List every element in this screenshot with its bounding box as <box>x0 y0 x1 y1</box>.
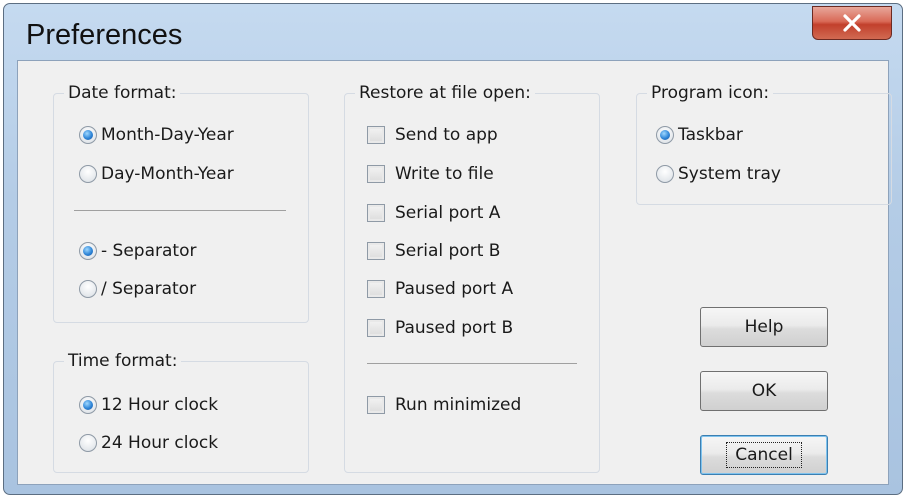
restore-divider <box>367 363 577 364</box>
checkbox-icon <box>367 319 385 337</box>
program-icon-label: Program icon: <box>647 82 774 104</box>
radio-selected-icon <box>79 396 97 414</box>
radio-day-month-year[interactable]: Day-Month-Year <box>79 161 234 187</box>
radio-label: Month-Day-Year <box>101 125 234 145</box>
checkbox-icon <box>367 280 385 298</box>
checkbox-icon <box>367 242 385 260</box>
radio-taskbar[interactable]: Taskbar <box>656 122 743 148</box>
radio-selected-icon <box>79 126 97 144</box>
ok-button-label: OK <box>751 381 777 401</box>
checkbox-paused-port-b[interactable]: Paused port B <box>367 315 513 341</box>
time-format-label: Time format: <box>64 350 182 372</box>
radio-12-hour[interactable]: 12 Hour clock <box>79 392 218 418</box>
checkbox-label: Paused port B <box>395 318 514 338</box>
checkbox-label: Send to app <box>395 125 498 145</box>
checkbox-serial-port-a[interactable]: Serial port A <box>367 200 500 226</box>
ok-button[interactable]: OK <box>700 371 828 411</box>
help-button-label: Help <box>744 317 784 337</box>
checkbox-icon <box>367 204 385 222</box>
radio-label: - Separator <box>101 241 197 261</box>
radio-system-tray[interactable]: System tray <box>656 161 781 187</box>
program-icon-group: Program icon: <box>636 82 892 205</box>
checkbox-icon <box>367 126 385 144</box>
checkbox-icon <box>367 396 385 414</box>
close-button[interactable] <box>812 6 892 40</box>
radio-label: 24 Hour clock <box>101 433 219 453</box>
radio-slash-separator[interactable]: / Separator <box>79 276 196 302</box>
restore-label: Restore at file open: <box>355 82 535 104</box>
radio-unselected-icon <box>656 165 674 183</box>
help-button[interactable]: Help <box>700 307 828 347</box>
checkbox-send-to-app[interactable]: Send to app <box>367 122 498 148</box>
dialog-client-area: Date format: Month-Day-Year Day-Month-Ye… <box>17 60 892 485</box>
checkbox-label: Serial port B <box>395 241 501 261</box>
checkbox-icon <box>367 165 385 183</box>
date-format-divider <box>74 210 286 211</box>
checkbox-paused-port-a[interactable]: Paused port A <box>367 276 513 302</box>
radio-label: Taskbar <box>678 125 743 145</box>
radio-unselected-icon <box>79 434 97 452</box>
cancel-button-label: Cancel <box>726 442 802 468</box>
radio-label: / Separator <box>101 279 197 299</box>
checkbox-label: Serial port A <box>395 203 501 223</box>
checkbox-serial-port-b[interactable]: Serial port B <box>367 238 500 264</box>
close-icon <box>843 14 861 32</box>
checkbox-write-to-file[interactable]: Write to file <box>367 161 494 187</box>
checkbox-run-minimized[interactable]: Run minimized <box>367 392 521 418</box>
date-format-label: Date format: <box>64 82 181 104</box>
radio-label: System tray <box>678 164 781 184</box>
title-bar[interactable]: Preferences <box>4 4 902 62</box>
checkbox-label: Write to file <box>395 164 494 184</box>
radio-unselected-icon <box>79 280 97 298</box>
radio-label: Day-Month-Year <box>101 164 234 184</box>
radio-unselected-icon <box>79 165 97 183</box>
checkbox-label: Paused port A <box>395 279 514 299</box>
checkbox-label: Run minimized <box>395 395 522 415</box>
radio-dash-separator[interactable]: - Separator <box>79 238 196 264</box>
preferences-window: Preferences Date format: Month-Day-Year … <box>3 3 903 495</box>
radio-selected-icon <box>79 242 97 260</box>
radio-label: 12 Hour clock <box>101 395 219 415</box>
window-title: Preferences <box>26 19 183 51</box>
cancel-button[interactable]: Cancel <box>700 435 828 475</box>
radio-24-hour[interactable]: 24 Hour clock <box>79 430 218 456</box>
radio-selected-icon <box>656 126 674 144</box>
radio-month-day-year[interactable]: Month-Day-Year <box>79 122 234 148</box>
